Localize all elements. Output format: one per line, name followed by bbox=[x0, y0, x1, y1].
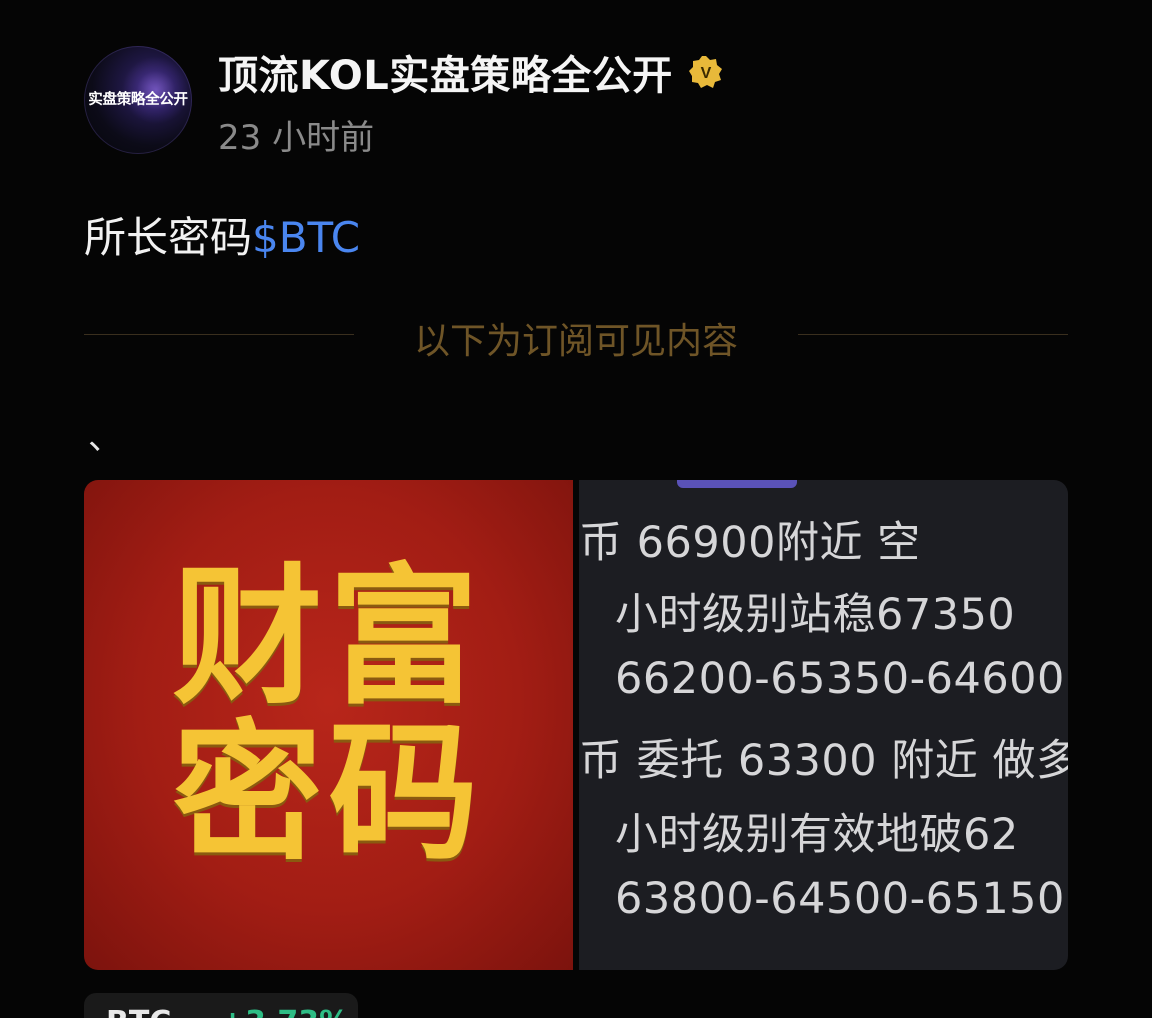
post-image-right[interactable]: 币 66900附近 空 小时级别站稳67350 66200-65350-6460… bbox=[579, 480, 1068, 970]
author-header: 顶流KOL实盘策略全公开 V bbox=[218, 44, 723, 100]
strategy-line: 币 委托 63300 附近 做多 bbox=[579, 736, 1068, 786]
strategy-line: 63800-64500-65150 bbox=[615, 874, 1065, 924]
strategy-line: 小时级别站稳67350 bbox=[615, 590, 1016, 640]
avatar-text: 实盘策略全公开 bbox=[88, 92, 188, 108]
image-tab-indicator bbox=[677, 480, 797, 488]
post-image-left[interactable]: 财富 密码 bbox=[84, 480, 573, 970]
image-title-line-2: 密码 bbox=[172, 705, 485, 881]
strategy-line: 币 66900附近 空 bbox=[579, 518, 921, 568]
divider-line-right bbox=[798, 334, 1068, 335]
post-extra-char: 、 bbox=[88, 418, 122, 458]
author-avatar[interactable]: 实盘策略全公开 bbox=[84, 46, 192, 154]
post-time: 23 小时前 bbox=[218, 118, 375, 158]
ticker-tag-link[interactable]: $BTC bbox=[252, 213, 360, 262]
price-chip[interactable]: BTC +3.73% bbox=[84, 993, 358, 1018]
price-chip-change: +3.73% bbox=[220, 1005, 349, 1018]
post-text: 所长密码 bbox=[84, 213, 253, 262]
strategy-line: 66200-65350-64600 bbox=[615, 654, 1065, 704]
verified-badge-icon: V bbox=[688, 56, 722, 88]
subscription-divider: 以下为订阅可见内容 bbox=[84, 306, 1068, 366]
verified-badge-letter: V bbox=[700, 65, 711, 82]
post-body: 所长密码$BTC bbox=[84, 204, 360, 265]
subscription-notice: 以下为订阅可见内容 bbox=[413, 321, 738, 362]
image-title-line-1: 财富 bbox=[172, 549, 485, 725]
author-name[interactable]: 顶流KOL实盘策略全公开 bbox=[218, 43, 673, 101]
post-page: 实盘策略全公开 顶流KOL实盘策略全公开 V 23 小时前 所长密码$BTC 以… bbox=[0, 0, 1152, 1018]
price-chip-symbol: BTC bbox=[106, 1005, 171, 1018]
strategy-line: 小时级别有效地破62 bbox=[615, 810, 1019, 860]
